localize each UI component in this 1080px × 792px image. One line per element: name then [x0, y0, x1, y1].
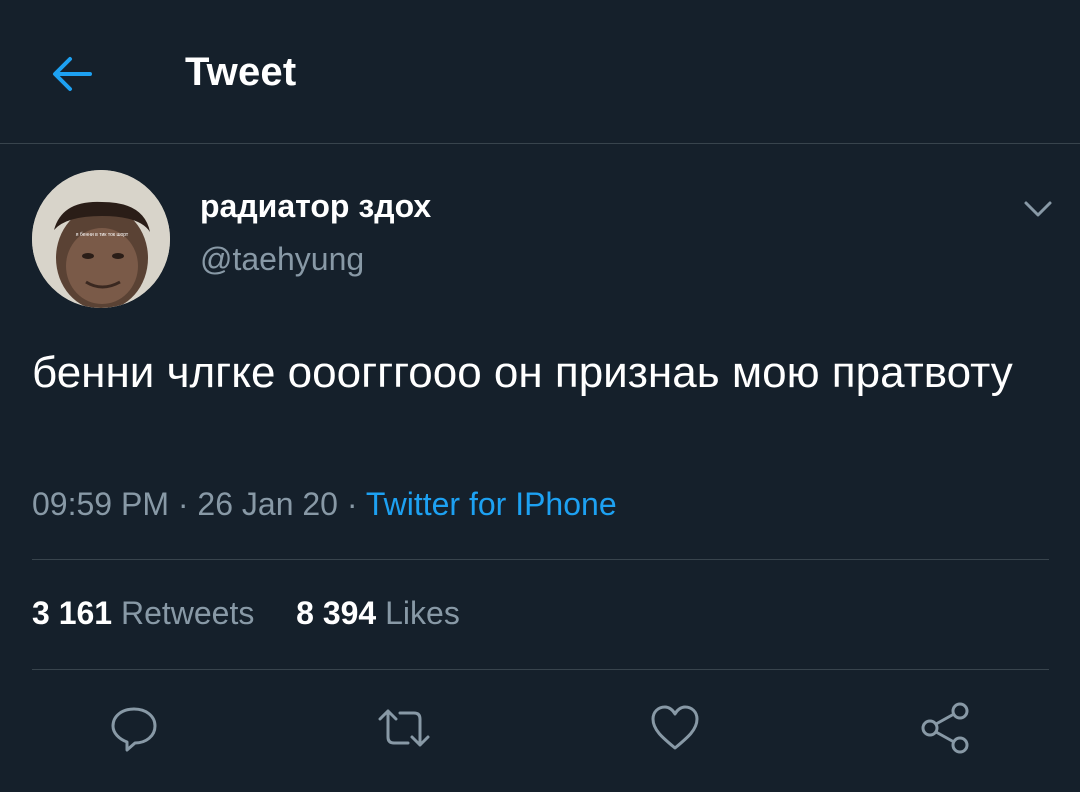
meta-separator: ·: [177, 486, 189, 522]
share-icon: [921, 702, 969, 754]
avatar-photo: я бенни в тик ток шорт: [32, 170, 170, 308]
reply-button[interactable]: [104, 698, 164, 758]
author-handle[interactable]: @taehyung: [200, 241, 364, 278]
top-bar: Tweet: [0, 0, 1080, 144]
likes-label: Likes: [385, 595, 460, 631]
tweet-meta: 09:59 PM · 26 Jan 20 · Twitter for IPhon…: [32, 486, 617, 523]
share-button[interactable]: [915, 698, 975, 758]
tweet-detail: я бенни в тик ток шорт радиатор здох @ta…: [0, 145, 1080, 792]
tweet-source-link[interactable]: Twitter for IPhone: [366, 486, 617, 522]
retweets-label: Retweets: [120, 595, 255, 631]
chevron-down-icon: [1024, 201, 1052, 217]
meta-separator: ·: [346, 486, 358, 522]
divider: [32, 669, 1049, 670]
tweet-date: 26 Jan 20: [197, 486, 338, 522]
tweet-menu-button[interactable]: [1018, 193, 1058, 225]
like-button[interactable]: [645, 698, 705, 758]
likes-stat[interactable]: 8 394 Likes: [296, 595, 460, 631]
retweet-icon: [378, 709, 430, 747]
author-display-name[interactable]: радиатор здох: [200, 188, 431, 225]
like-icon: [651, 705, 699, 750]
reply-icon: [111, 707, 157, 752]
divider: [32, 559, 1049, 560]
likes-count: 8 394: [296, 595, 377, 631]
arrow-left-icon: [53, 57, 92, 91]
tweet-stats: 3 161 Retweets 8 394 Likes: [32, 595, 460, 632]
back-button[interactable]: [44, 46, 100, 102]
retweet-button[interactable]: [374, 698, 434, 758]
retweets-stat[interactable]: 3 161 Retweets: [32, 595, 263, 631]
page-title: Tweet: [185, 50, 297, 94]
tweet-time: 09:59 PM: [32, 486, 169, 522]
svg-text:я бенни в тик ток шорт: я бенни в тик ток шорт: [76, 232, 129, 238]
avatar[interactable]: я бенни в тик ток шорт: [32, 170, 170, 308]
retweets-count: 3 161: [32, 595, 113, 631]
tweet-text: бенни члгке ооогггооо он признаь мою пра…: [32, 348, 1013, 397]
